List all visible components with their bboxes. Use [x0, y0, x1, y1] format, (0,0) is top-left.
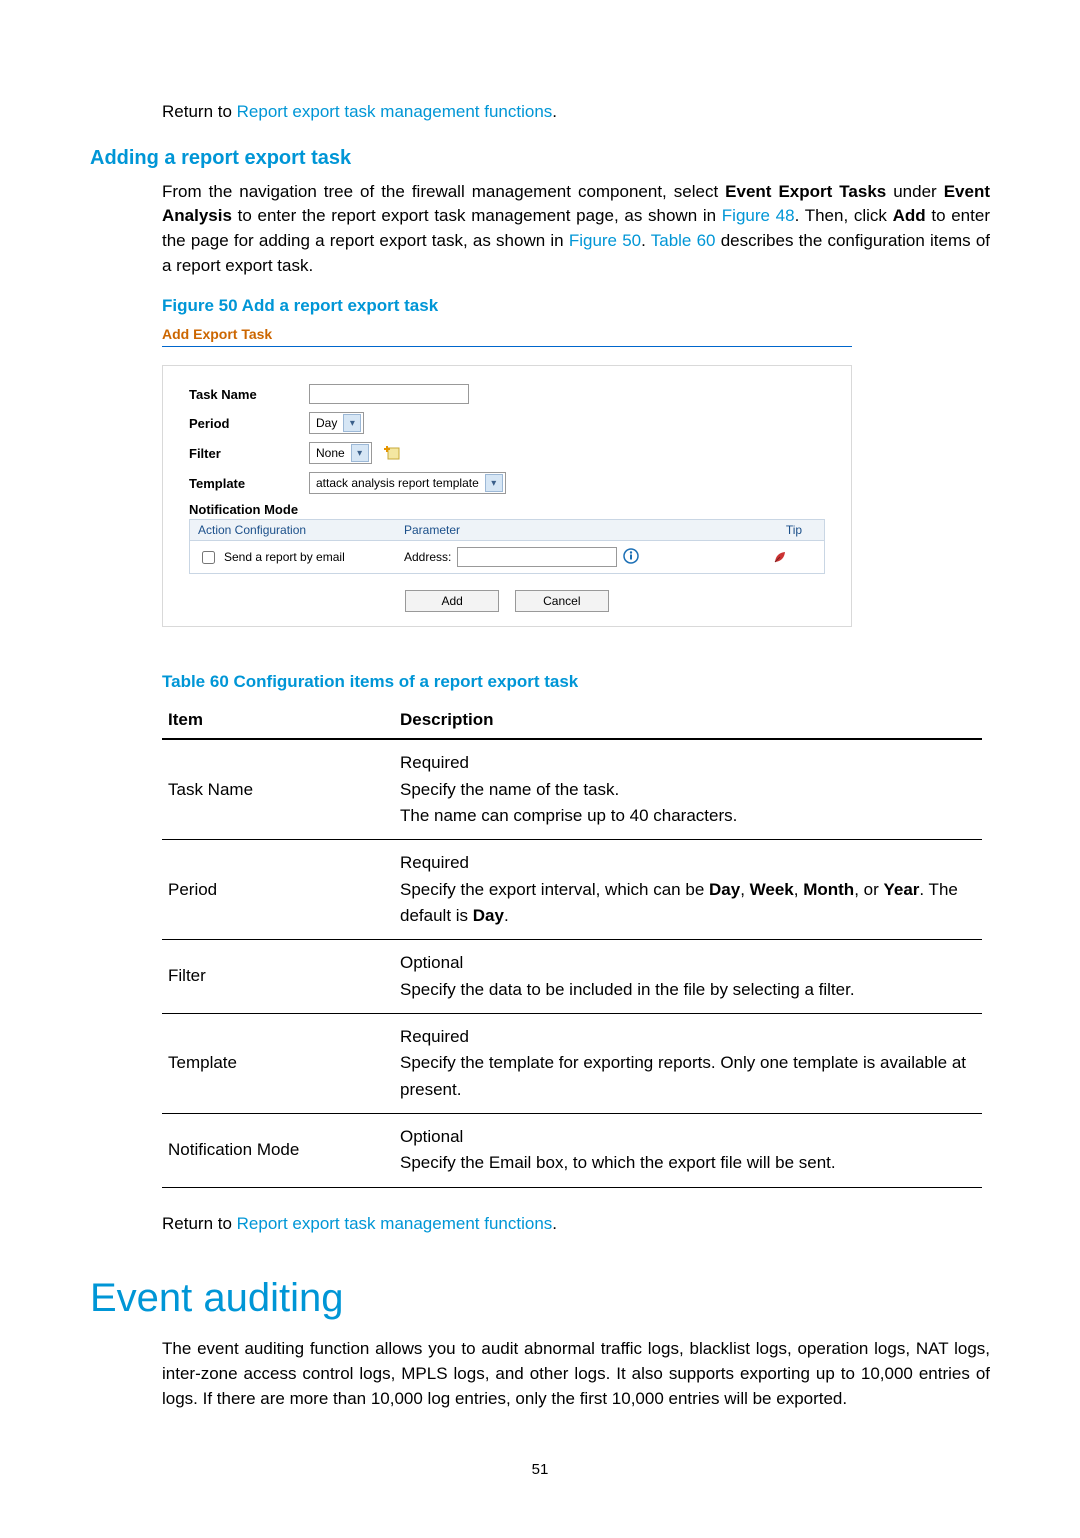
- cell-description: OptionalSpecify the Email box, to which …: [394, 1113, 982, 1187]
- info-icon[interactable]: [623, 548, 639, 567]
- period-select[interactable]: Day ▾: [309, 412, 364, 434]
- panel-divider: [162, 346, 852, 347]
- table-row: Notification ModeOptionalSpecify the Ema…: [162, 1113, 982, 1187]
- add-export-task-panel: Add Export Task Task Name Period Day ▾ F…: [162, 326, 852, 627]
- label-task-name: Task Name: [189, 387, 309, 402]
- figure-48-link[interactable]: Figure 48: [722, 206, 795, 225]
- col-tip: Tip: [764, 520, 824, 540]
- table-row: Task NameRequiredSpecify the name of the…: [162, 739, 982, 840]
- chapter-paragraph: The event auditing function allows you t…: [162, 1337, 990, 1411]
- col-parameter: Parameter: [396, 520, 764, 540]
- cell-description: RequiredSpecify the template for exporti…: [394, 1013, 982, 1113]
- col-action-config: Action Configuration: [190, 520, 396, 540]
- col-description: Description: [394, 702, 982, 739]
- template-select[interactable]: attack analysis report template ▾: [309, 472, 506, 494]
- cell-item: Filter: [162, 940, 394, 1014]
- text: .: [552, 102, 557, 121]
- address-label: Address:: [404, 550, 451, 564]
- table-60-link[interactable]: Table 60: [651, 231, 716, 250]
- table-row: TemplateRequiredSpecify the template for…: [162, 1013, 982, 1113]
- text: to enter the report export task manageme…: [232, 206, 722, 225]
- return-line-bottom: Return to Report export task management …: [162, 1212, 990, 1237]
- cell-item: Notification Mode: [162, 1113, 394, 1187]
- table-60-caption: Table 60 Configuration items of a report…: [162, 672, 990, 692]
- grid-row: Send a report by email Address:: [189, 541, 825, 574]
- cancel-button[interactable]: Cancel: [515, 590, 609, 612]
- text: Return to: [162, 1214, 237, 1233]
- figure-50-link[interactable]: Figure 50: [569, 231, 641, 250]
- template-value: attack analysis report template: [316, 476, 479, 490]
- panel-title: Add Export Task: [162, 326, 852, 342]
- label-period: Period: [189, 416, 309, 431]
- col-item: Item: [162, 702, 394, 739]
- chevron-down-icon: ▾: [351, 444, 369, 462]
- chevron-down-icon: ▾: [485, 474, 503, 492]
- panel-box: Task Name Period Day ▾ Filter None ▾: [162, 365, 852, 627]
- return-link[interactable]: Report export task management functions: [237, 102, 553, 121]
- filter-value: None: [316, 446, 345, 460]
- text: under: [886, 182, 943, 201]
- period-value: Day: [316, 416, 337, 430]
- text: .: [641, 231, 651, 250]
- cell-description: OptionalSpecify the data to be included …: [394, 940, 982, 1014]
- config-table: Item Description Task NameRequiredSpecif…: [162, 702, 982, 1187]
- button-row: Add Cancel: [189, 590, 825, 612]
- add-filter-icon[interactable]: [384, 446, 400, 460]
- chapter-heading-event-auditing: Event auditing: [90, 1276, 990, 1321]
- cell-item: Task Name: [162, 739, 394, 840]
- send-email-checkbox[interactable]: [202, 551, 215, 564]
- text: .: [552, 1214, 557, 1233]
- row-filter: Filter None ▾: [189, 442, 825, 464]
- figure-50-caption: Figure 50 Add a report export task: [162, 296, 990, 316]
- table-row: PeriodRequiredSpecify the export interva…: [162, 840, 982, 940]
- section-heading-adding: Adding a report export task: [90, 147, 990, 170]
- row-period: Period Day ▾: [189, 412, 825, 434]
- page-number: 51: [90, 1461, 990, 1478]
- add-button[interactable]: Add: [405, 590, 499, 612]
- text: From the navigation tree of the firewall…: [162, 182, 725, 201]
- label-notification: Notification Mode: [189, 502, 825, 517]
- task-name-input[interactable]: [309, 384, 469, 404]
- address-input[interactable]: [457, 547, 617, 567]
- cell-description: RequiredSpecify the export interval, whi…: [394, 840, 982, 940]
- return-line-top: Return to Report export task management …: [162, 100, 990, 125]
- row-template: Template attack analysis report template…: [189, 472, 825, 494]
- text-bold: Event Export Tasks: [725, 182, 886, 201]
- chevron-down-icon: ▾: [343, 414, 361, 432]
- cell-item: Period: [162, 840, 394, 940]
- tip-icon[interactable]: [764, 543, 824, 571]
- label-template: Template: [189, 476, 309, 491]
- grid-header: Action Configuration Parameter Tip: [189, 519, 825, 541]
- return-link[interactable]: Report export task management functions: [237, 1214, 553, 1233]
- table-row: FilterOptionalSpecify the data to be inc…: [162, 940, 982, 1014]
- row-task-name: Task Name: [189, 384, 825, 404]
- text-bold: Add: [893, 206, 926, 225]
- filter-select[interactable]: None ▾: [309, 442, 372, 464]
- section-paragraph: From the navigation tree of the firewall…: [162, 180, 990, 279]
- label-filter: Filter: [189, 446, 309, 461]
- text: Return to: [162, 102, 237, 121]
- cell-item: Template: [162, 1013, 394, 1113]
- text: . Then, click: [795, 206, 893, 225]
- cell-description: RequiredSpecify the name of the task.The…: [394, 739, 982, 840]
- row-action-label: Send a report by email: [224, 550, 345, 564]
